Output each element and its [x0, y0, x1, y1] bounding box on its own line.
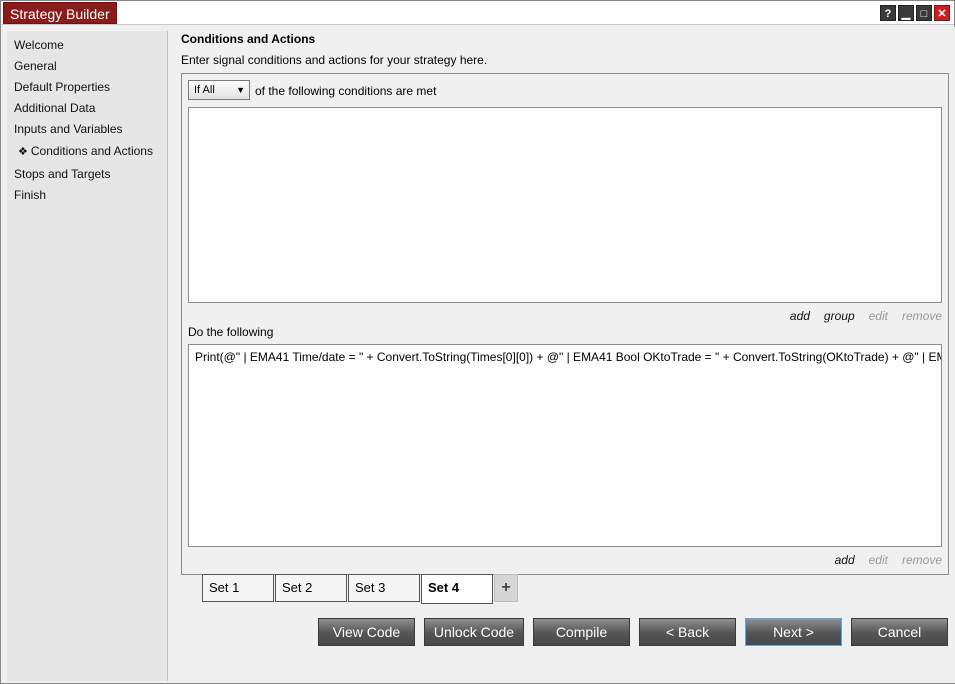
conditions-list[interactable] — [188, 107, 942, 303]
set-content-box: If All ▼ of the following conditions are… — [181, 73, 949, 575]
tab-set-4[interactable]: Set 4 — [421, 574, 493, 604]
tab-set-2[interactable]: Set 2 — [275, 574, 347, 602]
window-controls: ? ▁ □ ✕ — [880, 5, 950, 21]
sidebar-item-default-properties[interactable]: Default Properties — [14, 80, 110, 94]
main-panel: Conditions and Actions Enter signal cond… — [169, 27, 955, 683]
add-action-link[interactable]: add — [835, 553, 855, 567]
edit-condition-link[interactable]: edit — [869, 309, 888, 323]
group-condition-link[interactable]: group — [824, 309, 855, 323]
conditions-label: of the following conditions are met — [255, 84, 437, 98]
sidebar-item-label: Conditions and Actions — [30, 144, 153, 158]
conditions-links: add group edit remove — [790, 309, 942, 323]
page-title: Conditions and Actions — [181, 32, 316, 46]
sidebar-item-conditions-and-actions[interactable]: ❖ Conditions and Actions — [18, 144, 153, 158]
edit-action-link[interactable]: edit — [869, 553, 888, 567]
condition-mode-value: If All — [194, 84, 215, 96]
tab-set-1[interactable]: Set 1 — [202, 574, 274, 602]
list-item[interactable]: Print(@" | EMA41 Time/date = " + Convert… — [195, 350, 941, 364]
sidebar-item-welcome[interactable]: Welcome — [14, 38, 64, 52]
sidebar-item-inputs-and-variables[interactable]: Inputs and Variables — [14, 122, 123, 136]
add-set-icon[interactable]: + — [494, 574, 518, 602]
sidebar-item-additional-data[interactable]: Additional Data — [14, 101, 95, 115]
close-icon[interactable]: ✕ — [934, 5, 950, 21]
sidebar-item-finish[interactable]: Finish — [14, 188, 46, 202]
maximize-icon[interactable]: □ — [916, 5, 932, 21]
help-icon[interactable]: ? — [880, 5, 896, 21]
page-description: Enter signal conditions and actions for … — [181, 53, 488, 67]
compile-button[interactable]: Compile — [533, 618, 630, 646]
tab-set-3[interactable]: Set 3 — [348, 574, 420, 602]
chevron-down-icon: ▼ — [236, 85, 245, 95]
sidebar-item-general[interactable]: General — [14, 59, 57, 73]
actions-list[interactable]: Print(@" | EMA41 Time/date = " + Convert… — [188, 344, 942, 547]
actions-label: Do the following — [188, 325, 274, 339]
minimize-icon[interactable]: ▁ — [898, 5, 914, 21]
remove-condition-link[interactable]: remove — [902, 309, 942, 323]
window-title: Strategy Builder — [3, 2, 117, 24]
view-code-button[interactable]: View Code — [318, 618, 415, 646]
active-bullet-icon: ❖ — [18, 146, 28, 158]
set-tabs: Set 1 Set 2 Set 3 Set 4 + — [202, 574, 518, 604]
sidebar-item-stops-and-targets[interactable]: Stops and Targets — [14, 167, 111, 181]
actions-links: add edit remove — [835, 553, 942, 567]
strategy-builder-window: Strategy Builder ? ▁ □ ✕ Welcome General… — [0, 0, 955, 684]
back-button[interactable]: < Back — [639, 618, 736, 646]
title-bar: Strategy Builder ? ▁ □ ✕ — [1, 1, 954, 25]
cancel-button[interactable]: Cancel — [851, 618, 948, 646]
condition-mode-select[interactable]: If All ▼ — [188, 80, 250, 100]
add-condition-link[interactable]: add — [790, 309, 810, 323]
remove-action-link[interactable]: remove — [902, 553, 942, 567]
unlock-code-button[interactable]: Unlock Code — [424, 618, 524, 646]
next-button[interactable]: Next > — [745, 618, 842, 646]
wizard-sidebar: Welcome General Default Properties Addit… — [7, 31, 168, 681]
